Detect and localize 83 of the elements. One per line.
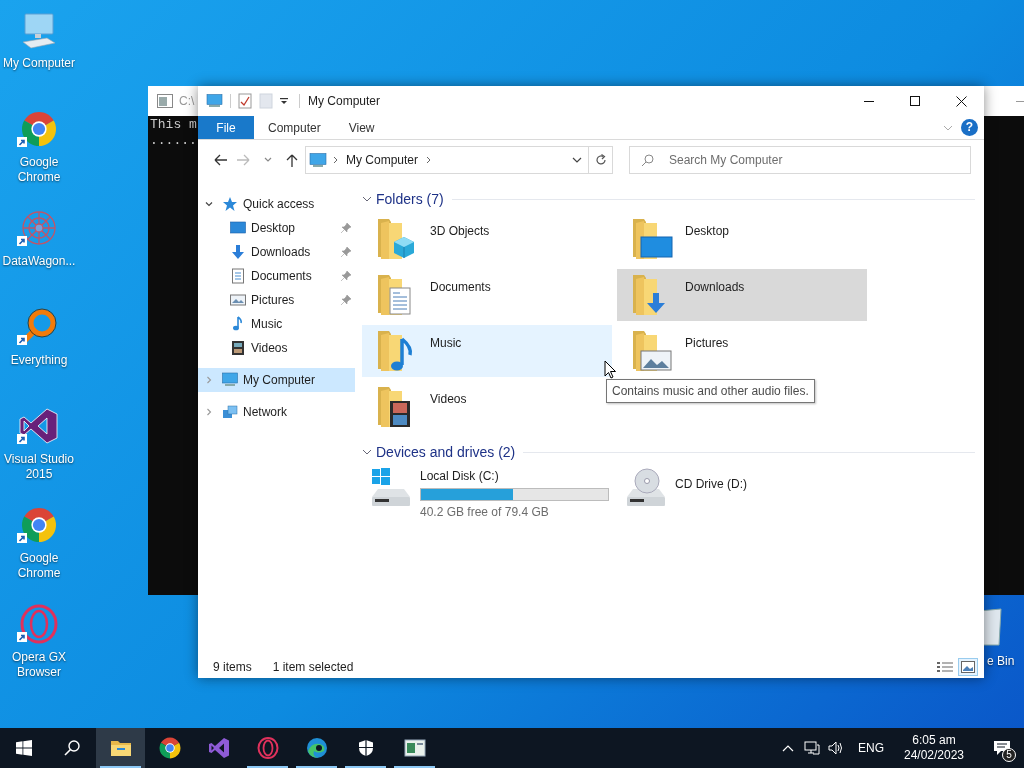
ribbon-tab[interactable]: File [198,116,254,139]
mouse-pointer-icon [604,360,617,379]
refresh-icon [594,154,607,166]
large-icons-view-icon [961,661,975,673]
breadcrumb-chevron-icon [426,156,432,164]
desktop-icon [230,220,246,236]
clock-time[interactable]: 6:05 am [912,733,956,748]
nav-item[interactable]: Videos [198,336,355,360]
app-window-icon [403,737,426,759]
selection-count: 1 item selected [272,659,355,676]
breadcrumb-segment[interactable]: My Computer [346,151,419,169]
breadcrumb-chevron-icon [333,156,338,164]
nav-item[interactable]: Downloads [198,240,355,264]
folder-item[interactable]: Downloads [617,269,867,321]
windows-logo-icon [16,740,32,756]
film-icon [230,340,246,356]
address-bar[interactable]: My Computer [305,146,613,174]
nav-item[interactable]: My Computer [198,368,355,392]
ring-logo-icon [256,737,279,759]
drive-name: Local Disk (C:) [420,468,500,485]
nav-item[interactable]: Pictures [198,288,355,312]
window-title: My Computer [308,93,382,110]
nav-item[interactable]: Desktop [198,216,355,240]
minimize-icon [1016,100,1024,102]
view-toggle-button[interactable] [958,658,978,676]
recycle-bin-label: e Bin [987,653,1015,670]
chrome-logo-icon [158,737,181,759]
nav-item[interactable]: Documents [198,264,355,288]
search-icon [641,154,654,167]
tooltip: Contains music and other audio files. [606,379,815,403]
search-field[interactable]: Search My Computer [629,146,971,174]
forward-arrow-icon [237,153,251,167]
folder-item[interactable]: Pictures [617,325,867,377]
chevron-down-icon [572,157,582,163]
star-icon [222,196,238,212]
chevron-up-icon [782,744,794,752]
document-icon [230,268,246,284]
drive-name: CD Drive (D:) [675,476,747,493]
details-view-icon [937,661,953,673]
download-arrow-icon [230,244,246,260]
up-arrow-icon [285,153,299,167]
back-arrow-icon [213,153,227,167]
folder-item[interactable]: Desktop [617,213,867,265]
new-folder-icon [259,93,273,109]
computer-icon [309,152,327,168]
folder-item[interactable]: Music [362,325,612,377]
infinity-ribbon-icon [207,737,230,759]
console-title: C:\ [179,93,195,110]
maximize-icon [910,96,920,106]
console-text: ...... [150,133,197,149]
ribbon-tab[interactable]: Computer [254,116,335,139]
nav-item[interactable]: Network [198,400,355,424]
item-count: 9 items [213,659,252,676]
console-text: This m [150,117,197,133]
properties-icon [238,93,252,109]
picture-icon [230,292,246,308]
computer-icon [222,372,238,388]
notification-count: 5 [1002,748,1016,762]
group-header[interactable]: Folders (7) [376,188,444,210]
network-icon [222,404,238,420]
taskbar-button[interactable] [96,728,145,768]
network-icon [804,741,820,755]
notifications-button[interactable]: 5 [980,728,1024,768]
wave-logo-icon [305,737,328,759]
ribbon-tab[interactable]: View [334,116,389,139]
console-icon [157,94,173,108]
speaker-icon [828,741,844,755]
shield-icon [356,739,375,757]
close-icon [955,95,967,107]
language-indicator[interactable]: ENG [854,728,888,768]
minimize-icon [864,100,874,102]
clock-date[interactable]: 24/02/2023 [903,748,965,763]
chevron-down-icon [943,124,953,131]
search-icon [64,740,80,756]
dropdown-caret-icon [280,97,288,105]
help-button[interactable]: ? [961,119,978,136]
group-header[interactable]: Devices and drives (2) [376,441,516,463]
free-space-text: 40.2 GB free of 79.4 GB [420,504,550,521]
nav-item[interactable]: Quick access [198,192,355,216]
computer-icon [206,94,223,108]
folder-item[interactable]: Documents [362,269,612,321]
folder-item[interactable]: 3D Objects [362,213,612,265]
nav-item[interactable]: Music [198,312,355,336]
